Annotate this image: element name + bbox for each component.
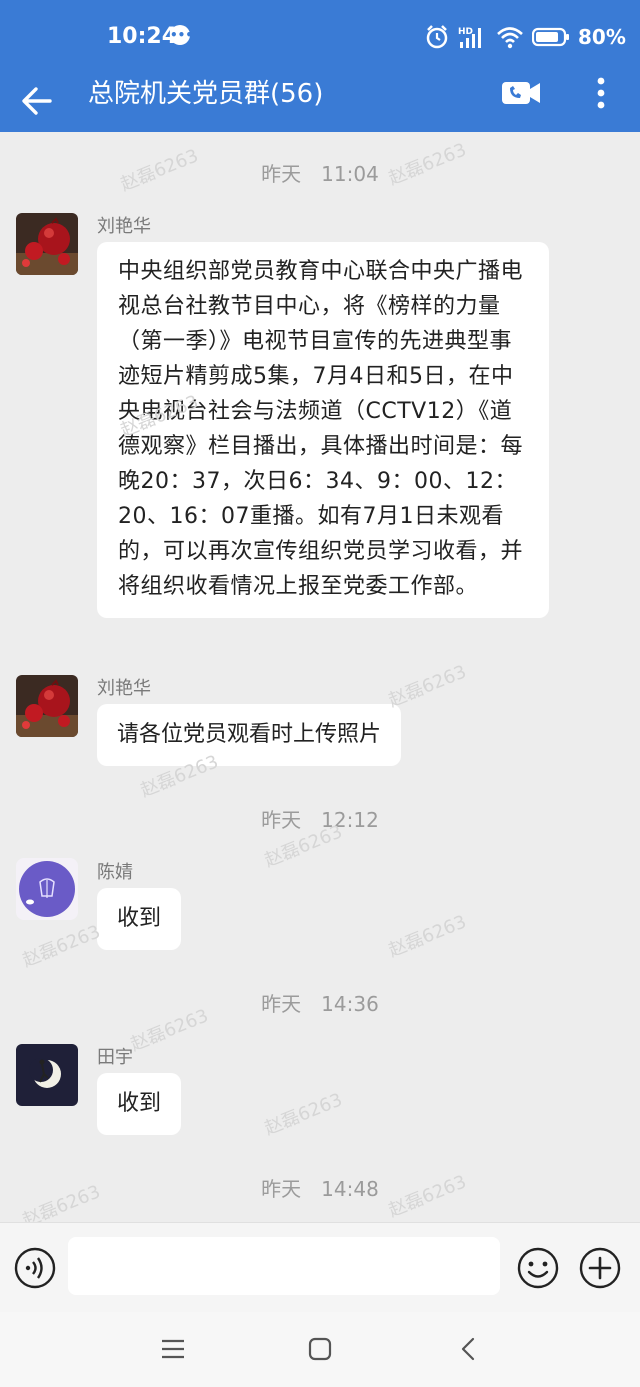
alarm-icon	[426, 25, 448, 49]
chat-title: 总院机关党员群(56)	[88, 79, 324, 109]
notification-badge-icon: •••	[170, 25, 193, 45]
message-bubble[interactable]: 请各位党员观看时上传照片	[97, 704, 402, 766]
battery-icon	[532, 27, 569, 47]
message-bubble[interactable]: 收到	[97, 1073, 182, 1135]
sender-name: 陈婧	[97, 862, 133, 883]
back-arrow-icon[interactable]	[18, 80, 56, 122]
plus-icon[interactable]	[578, 1246, 622, 1290]
battery-percent: 80%	[578, 25, 626, 49]
timestamp: 昨天 11:04	[261, 162, 379, 186]
status-time: 10:24	[107, 24, 178, 49]
timestamp: 昨天 14:48	[261, 1177, 379, 1201]
input-bar	[0, 1222, 640, 1313]
status-bar: 10:24 ••• HD 80%	[0, 0, 640, 72]
watermark: 赵磊6263	[261, 1089, 346, 1140]
more-vertical-icon[interactable]	[588, 74, 614, 114]
watermark: 赵磊6263	[19, 921, 104, 972]
home-icon[interactable]	[307, 1336, 333, 1362]
menu-icon[interactable]	[160, 1336, 186, 1362]
chat-header: 总院机关党员群(56)	[0, 72, 640, 132]
purple-circle-avatar[interactable]	[16, 858, 78, 920]
signal-icon: HD	[458, 27, 481, 48]
message-bubble[interactable]: 收到	[97, 888, 182, 950]
sender-name: 刘艳华	[97, 216, 151, 237]
system-nav-bar	[0, 1312, 640, 1387]
sender-name: 田宇	[97, 1047, 133, 1068]
pomegranate-avatar[interactable]	[16, 675, 78, 737]
pomegranate-avatar[interactable]	[16, 213, 78, 275]
voice-icon[interactable]	[13, 1246, 57, 1290]
network-label: HD	[458, 27, 473, 37]
emoji-icon[interactable]	[516, 1246, 560, 1290]
back-icon[interactable]	[456, 1336, 482, 1362]
timestamp: 昨天 14:36	[261, 992, 379, 1016]
watermark: 赵磊6263	[385, 911, 470, 962]
moon-avatar[interactable]	[16, 1044, 78, 1106]
video-call-icon[interactable]	[500, 78, 542, 108]
watermark: 赵磊6263	[385, 661, 470, 712]
timestamp: 昨天 12:12	[261, 808, 379, 832]
wifi-icon	[497, 27, 523, 49]
sender-name: 刘艳华	[97, 678, 151, 699]
message-bubble[interactable]: 中央组织部党员教育中心联合中央广播电视总台社教节目中心，将《榜样的力量（第一季）…	[97, 242, 549, 618]
status-icons: HD 80%	[424, 24, 626, 50]
message-list[interactable]: 昨天 11:04 刘艳华 中央组织部党员教育中心联合中央广播电视总台社教节目中心…	[0, 132, 640, 1231]
message-input[interactable]	[68, 1237, 500, 1295]
